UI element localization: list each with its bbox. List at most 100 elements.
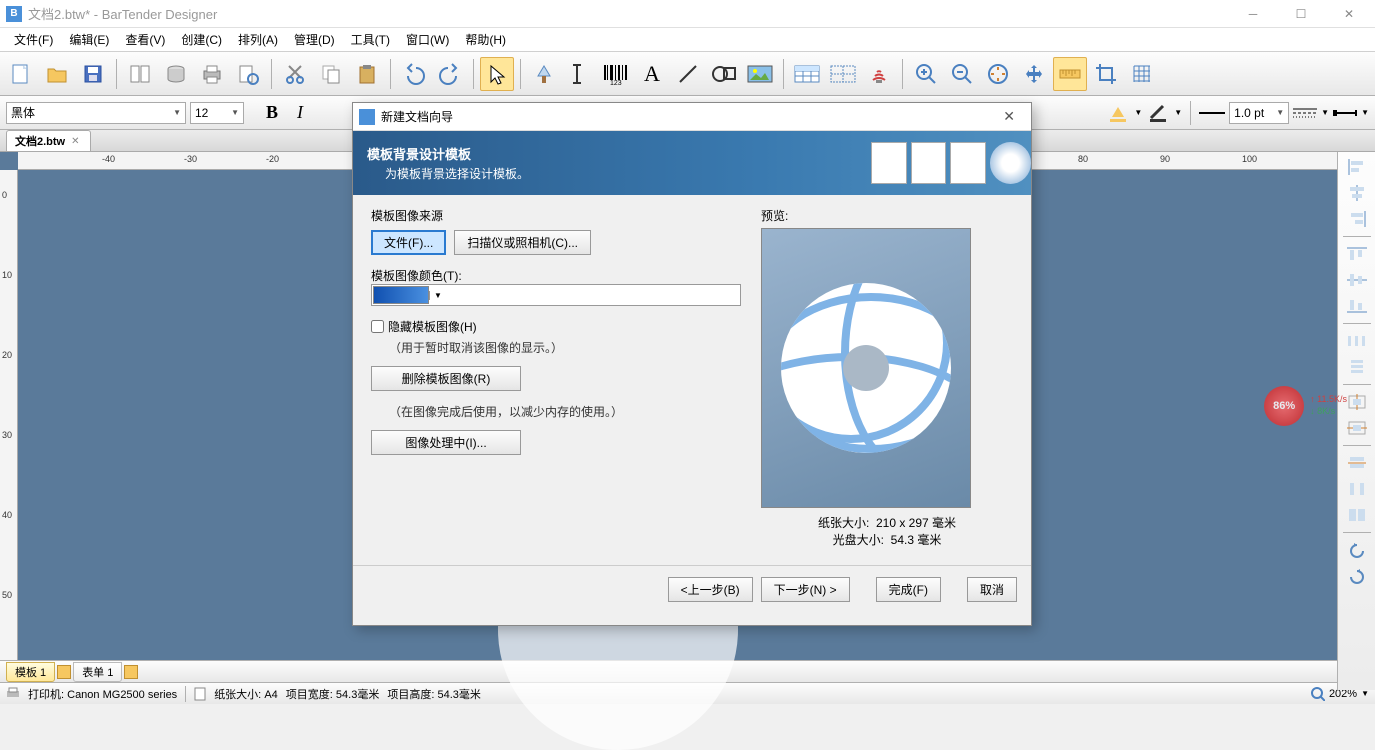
- perf-upload: ↑ 11.5K/s: [1310, 394, 1347, 406]
- minimize-button[interactable]: ─: [1233, 2, 1273, 26]
- line-style-button[interactable]: [1293, 101, 1317, 125]
- layout-grid-tool[interactable]: [826, 57, 860, 91]
- fill-color-button[interactable]: [1106, 101, 1130, 125]
- align-bottom-icon[interactable]: [1342, 295, 1372, 317]
- same-width-icon[interactable]: [1342, 452, 1372, 474]
- image-processing-button[interactable]: 图像处理中(I)...: [371, 430, 521, 455]
- format-painter-button[interactable]: [527, 57, 561, 91]
- print-button[interactable]: [195, 57, 229, 91]
- color-combo[interactable]: ▼: [371, 284, 741, 306]
- bold-button[interactable]: B: [260, 101, 284, 125]
- distribute-v-icon[interactable]: [1342, 356, 1372, 378]
- menu-window[interactable]: 窗口(W): [398, 29, 457, 50]
- app-icon: B: [6, 6, 22, 22]
- file-button[interactable]: 文件(F)...: [371, 230, 446, 255]
- menu-create[interactable]: 创建(C): [173, 29, 230, 50]
- cut-button[interactable]: [278, 57, 312, 91]
- database-button[interactable]: [159, 57, 193, 91]
- font-combo[interactable]: 黑体▼: [6, 102, 186, 124]
- add-form-icon[interactable]: [124, 665, 138, 679]
- status-paper: 纸张大小: A4: [214, 686, 278, 702]
- print-preview-button[interactable]: [231, 57, 265, 91]
- line-weight-icon: [1199, 105, 1225, 121]
- text-a-tool[interactable]: A: [635, 57, 669, 91]
- line-weight-combo[interactable]: 1.0 pt▼: [1229, 102, 1289, 124]
- menu-manage[interactable]: 管理(D): [286, 29, 343, 50]
- perf-download: ↓ 8K/s: [1310, 406, 1347, 418]
- table-tool[interactable]: [790, 57, 824, 91]
- close-tab-icon[interactable]: ✕: [69, 136, 81, 147]
- cancel-button[interactable]: 取消: [967, 577, 1017, 602]
- copy-button[interactable]: [314, 57, 348, 91]
- menu-arrange[interactable]: 排列(A): [230, 29, 286, 50]
- italic-button[interactable]: I: [288, 101, 312, 125]
- wizard-title: 新建文档向导: [381, 108, 453, 125]
- back-button[interactable]: <上一步(B): [668, 577, 753, 602]
- rotate-left-icon[interactable]: [1342, 539, 1372, 561]
- align-center-h-icon[interactable]: [1342, 182, 1372, 204]
- svg-text:123: 123: [610, 80, 622, 86]
- shape-tool[interactable]: [707, 57, 741, 91]
- form-tab-1[interactable]: 表单 1: [73, 662, 122, 682]
- grid-toggle[interactable]: [1125, 57, 1159, 91]
- same-size-icon[interactable]: [1342, 504, 1372, 526]
- perf-overlay: 86% ↑ 11.5K/s ↓ 8K/s: [1264, 386, 1347, 426]
- distribute-h-icon[interactable]: [1342, 330, 1372, 352]
- rfid-tool[interactable]: [862, 57, 896, 91]
- menu-help[interactable]: 帮助(H): [457, 29, 514, 50]
- same-height-icon[interactable]: [1342, 478, 1372, 500]
- new-button[interactable]: [4, 57, 38, 91]
- delete-note: （在图像完成后使用，以减少内存的使用。）: [371, 403, 741, 420]
- maximize-button[interactable]: ☐: [1281, 2, 1321, 26]
- next-button[interactable]: 下一步(N) >: [761, 577, 850, 602]
- align-top-icon[interactable]: [1342, 243, 1372, 265]
- wizard-close-button[interactable]: ✕: [993, 108, 1025, 125]
- doc-tab[interactable]: 文档2.btw✕: [6, 130, 91, 151]
- redo-button[interactable]: [433, 57, 467, 91]
- zoom-fit-button[interactable]: [981, 57, 1015, 91]
- barcode-tool[interactable]: 123: [599, 57, 633, 91]
- open-button[interactable]: [40, 57, 74, 91]
- page-setup-button[interactable]: [123, 57, 157, 91]
- pointer-tool[interactable]: [480, 57, 514, 91]
- delete-image-button[interactable]: 删除模板图像(R): [371, 366, 521, 391]
- zoom-icon: [1311, 687, 1325, 701]
- close-button[interactable]: ✕: [1329, 2, 1369, 26]
- page-icon: [194, 687, 206, 701]
- move-tool[interactable]: [1017, 57, 1051, 91]
- rotate-right-icon[interactable]: [1342, 565, 1372, 587]
- finish-button[interactable]: 完成(F): [876, 577, 941, 602]
- scanner-button[interactable]: 扫描仪或照相机(C)...: [454, 230, 591, 255]
- text-tool[interactable]: [563, 57, 597, 91]
- align-left-icon[interactable]: [1342, 156, 1372, 178]
- line-tool[interactable]: [671, 57, 705, 91]
- main-toolbar: 123 A: [0, 52, 1375, 96]
- ruler-toggle[interactable]: [1053, 57, 1087, 91]
- zoom-out-button[interactable]: [945, 57, 979, 91]
- preview-box: [761, 228, 971, 508]
- line-end-button[interactable]: [1333, 101, 1357, 125]
- font-size-combo[interactable]: 12▼: [190, 102, 244, 124]
- add-template-icon[interactable]: [57, 665, 71, 679]
- picture-tool[interactable]: [743, 57, 777, 91]
- zoom-in-button[interactable]: [909, 57, 943, 91]
- status-printer: 打印机: Canon MG2500 series: [28, 686, 177, 702]
- menu-bar: 文件(F) 编辑(E) 查看(V) 创建(C) 排列(A) 管理(D) 工具(T…: [0, 28, 1375, 52]
- menu-tools[interactable]: 工具(T): [343, 29, 398, 50]
- zoom-dropdown-icon[interactable]: ▼: [1361, 689, 1369, 698]
- perf-percent: 86%: [1264, 386, 1304, 426]
- preview-label: 预览:: [761, 207, 1013, 224]
- align-middle-icon[interactable]: [1342, 269, 1372, 291]
- source-label: 模板图像来源: [371, 207, 741, 224]
- align-right-icon[interactable]: [1342, 208, 1372, 230]
- menu-edit[interactable]: 编辑(E): [61, 29, 117, 50]
- hide-image-checkbox[interactable]: [371, 320, 384, 333]
- save-button[interactable]: [76, 57, 110, 91]
- undo-button[interactable]: [397, 57, 431, 91]
- crop-tool[interactable]: [1089, 57, 1123, 91]
- menu-view[interactable]: 查看(V): [117, 29, 173, 50]
- template-tab-1[interactable]: 模板 1: [6, 662, 55, 682]
- paste-button[interactable]: [350, 57, 384, 91]
- line-color-button[interactable]: [1146, 101, 1170, 125]
- menu-file[interactable]: 文件(F): [6, 29, 61, 50]
